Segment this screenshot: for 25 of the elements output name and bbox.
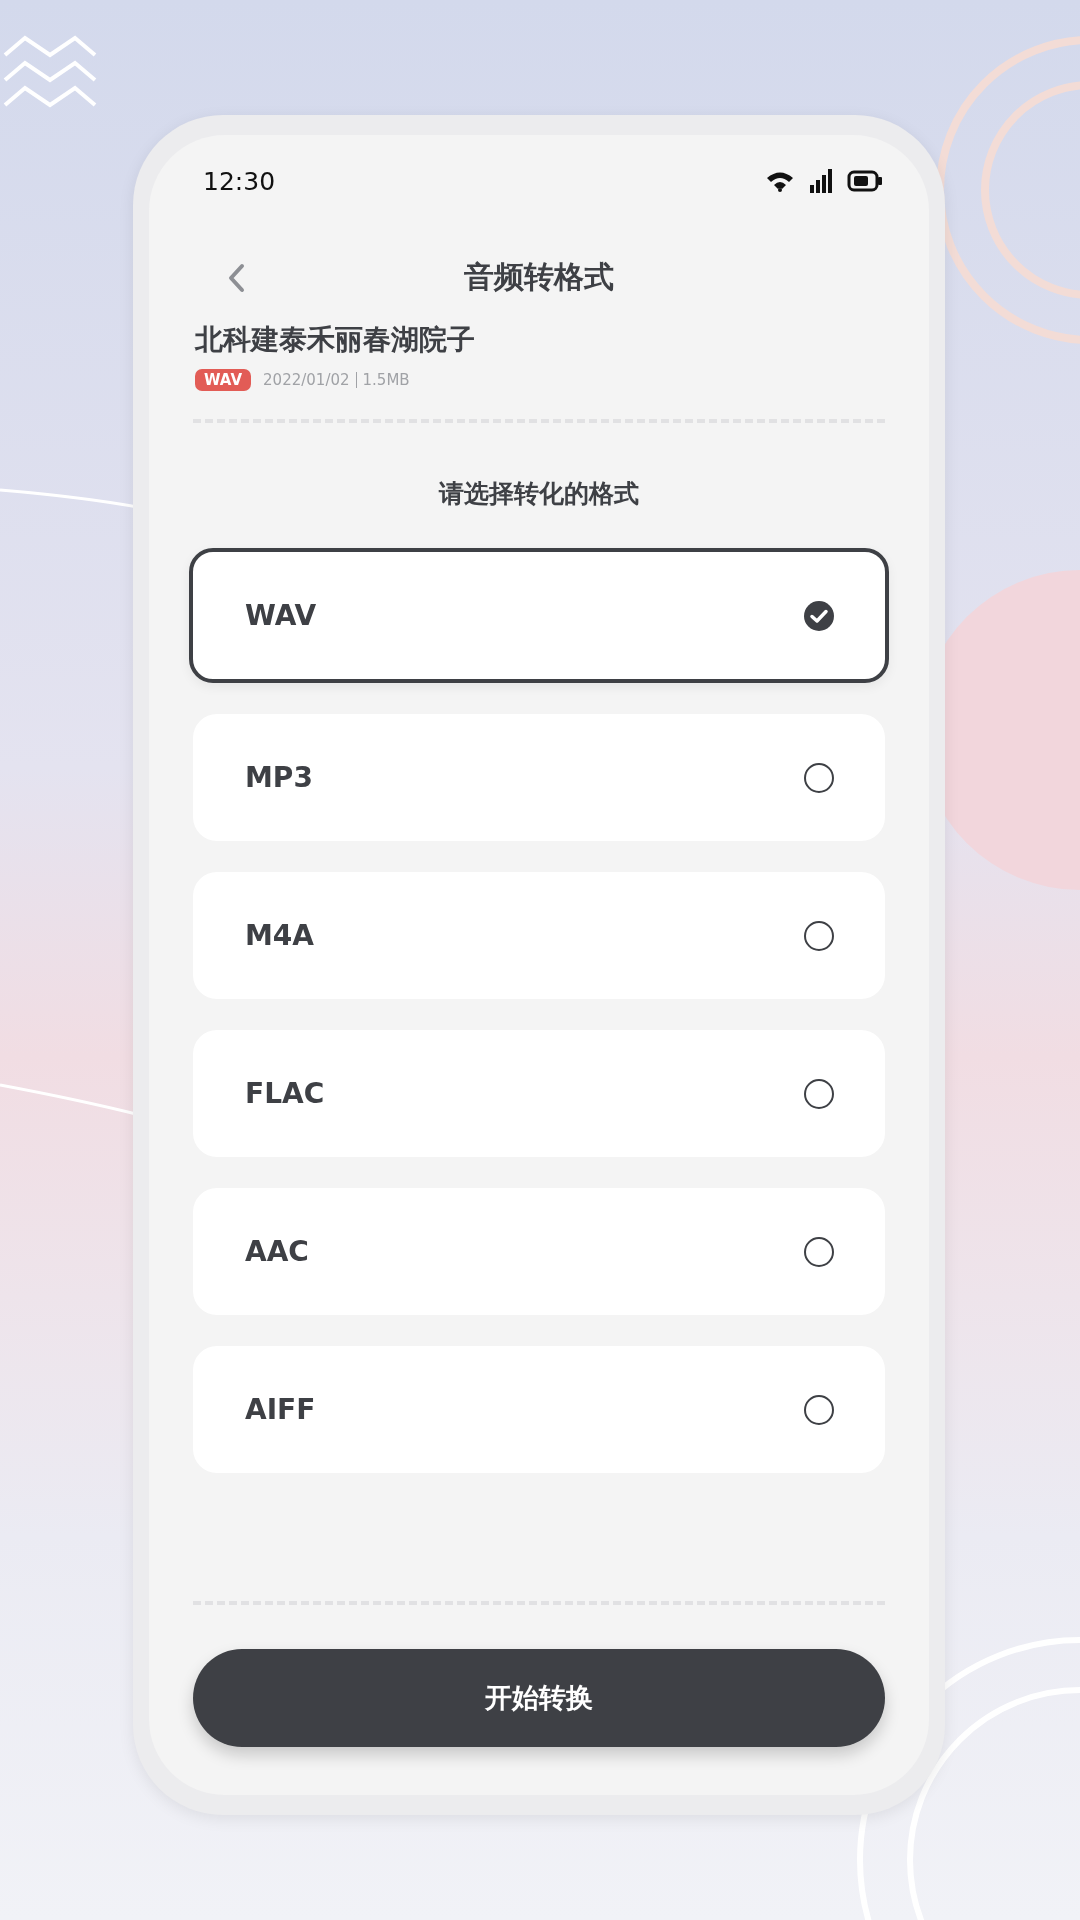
status-time: 12:30 bbox=[203, 166, 276, 196]
format-option[interactable]: WAV bbox=[189, 548, 889, 683]
prompt-text: 请选择转化的格式 bbox=[437, 478, 640, 510]
wave-icon bbox=[3, 35, 97, 108]
file-name: 北科建泰禾丽春湖院子 bbox=[195, 322, 476, 358]
page-title: 音频转格式 bbox=[464, 257, 614, 296]
format-option[interactable]: FLAC bbox=[193, 1030, 885, 1157]
battery-icon bbox=[847, 170, 883, 192]
radio-icon bbox=[803, 1235, 835, 1268]
radio-icon bbox=[803, 1393, 835, 1426]
check-icon bbox=[803, 599, 835, 632]
format-tag: WAV bbox=[195, 369, 252, 391]
convert-button[interactable]: 开始转换 bbox=[193, 1649, 885, 1747]
back-icon bbox=[227, 263, 245, 293]
format-option[interactable]: M4A bbox=[193, 872, 885, 999]
radio-icon bbox=[803, 761, 835, 794]
format-option[interactable]: MP3 bbox=[193, 714, 885, 841]
format-option[interactable]: AAC bbox=[193, 1188, 885, 1315]
radio-icon bbox=[803, 919, 835, 952]
format-option[interactable]: AIFF bbox=[193, 1346, 885, 1473]
wifi-icon bbox=[765, 170, 795, 192]
signal-icon bbox=[809, 169, 833, 193]
file-date: 2022/01/02 bbox=[263, 371, 350, 389]
file-size: 1.5MB bbox=[362, 371, 410, 389]
radio-icon bbox=[803, 1077, 835, 1110]
